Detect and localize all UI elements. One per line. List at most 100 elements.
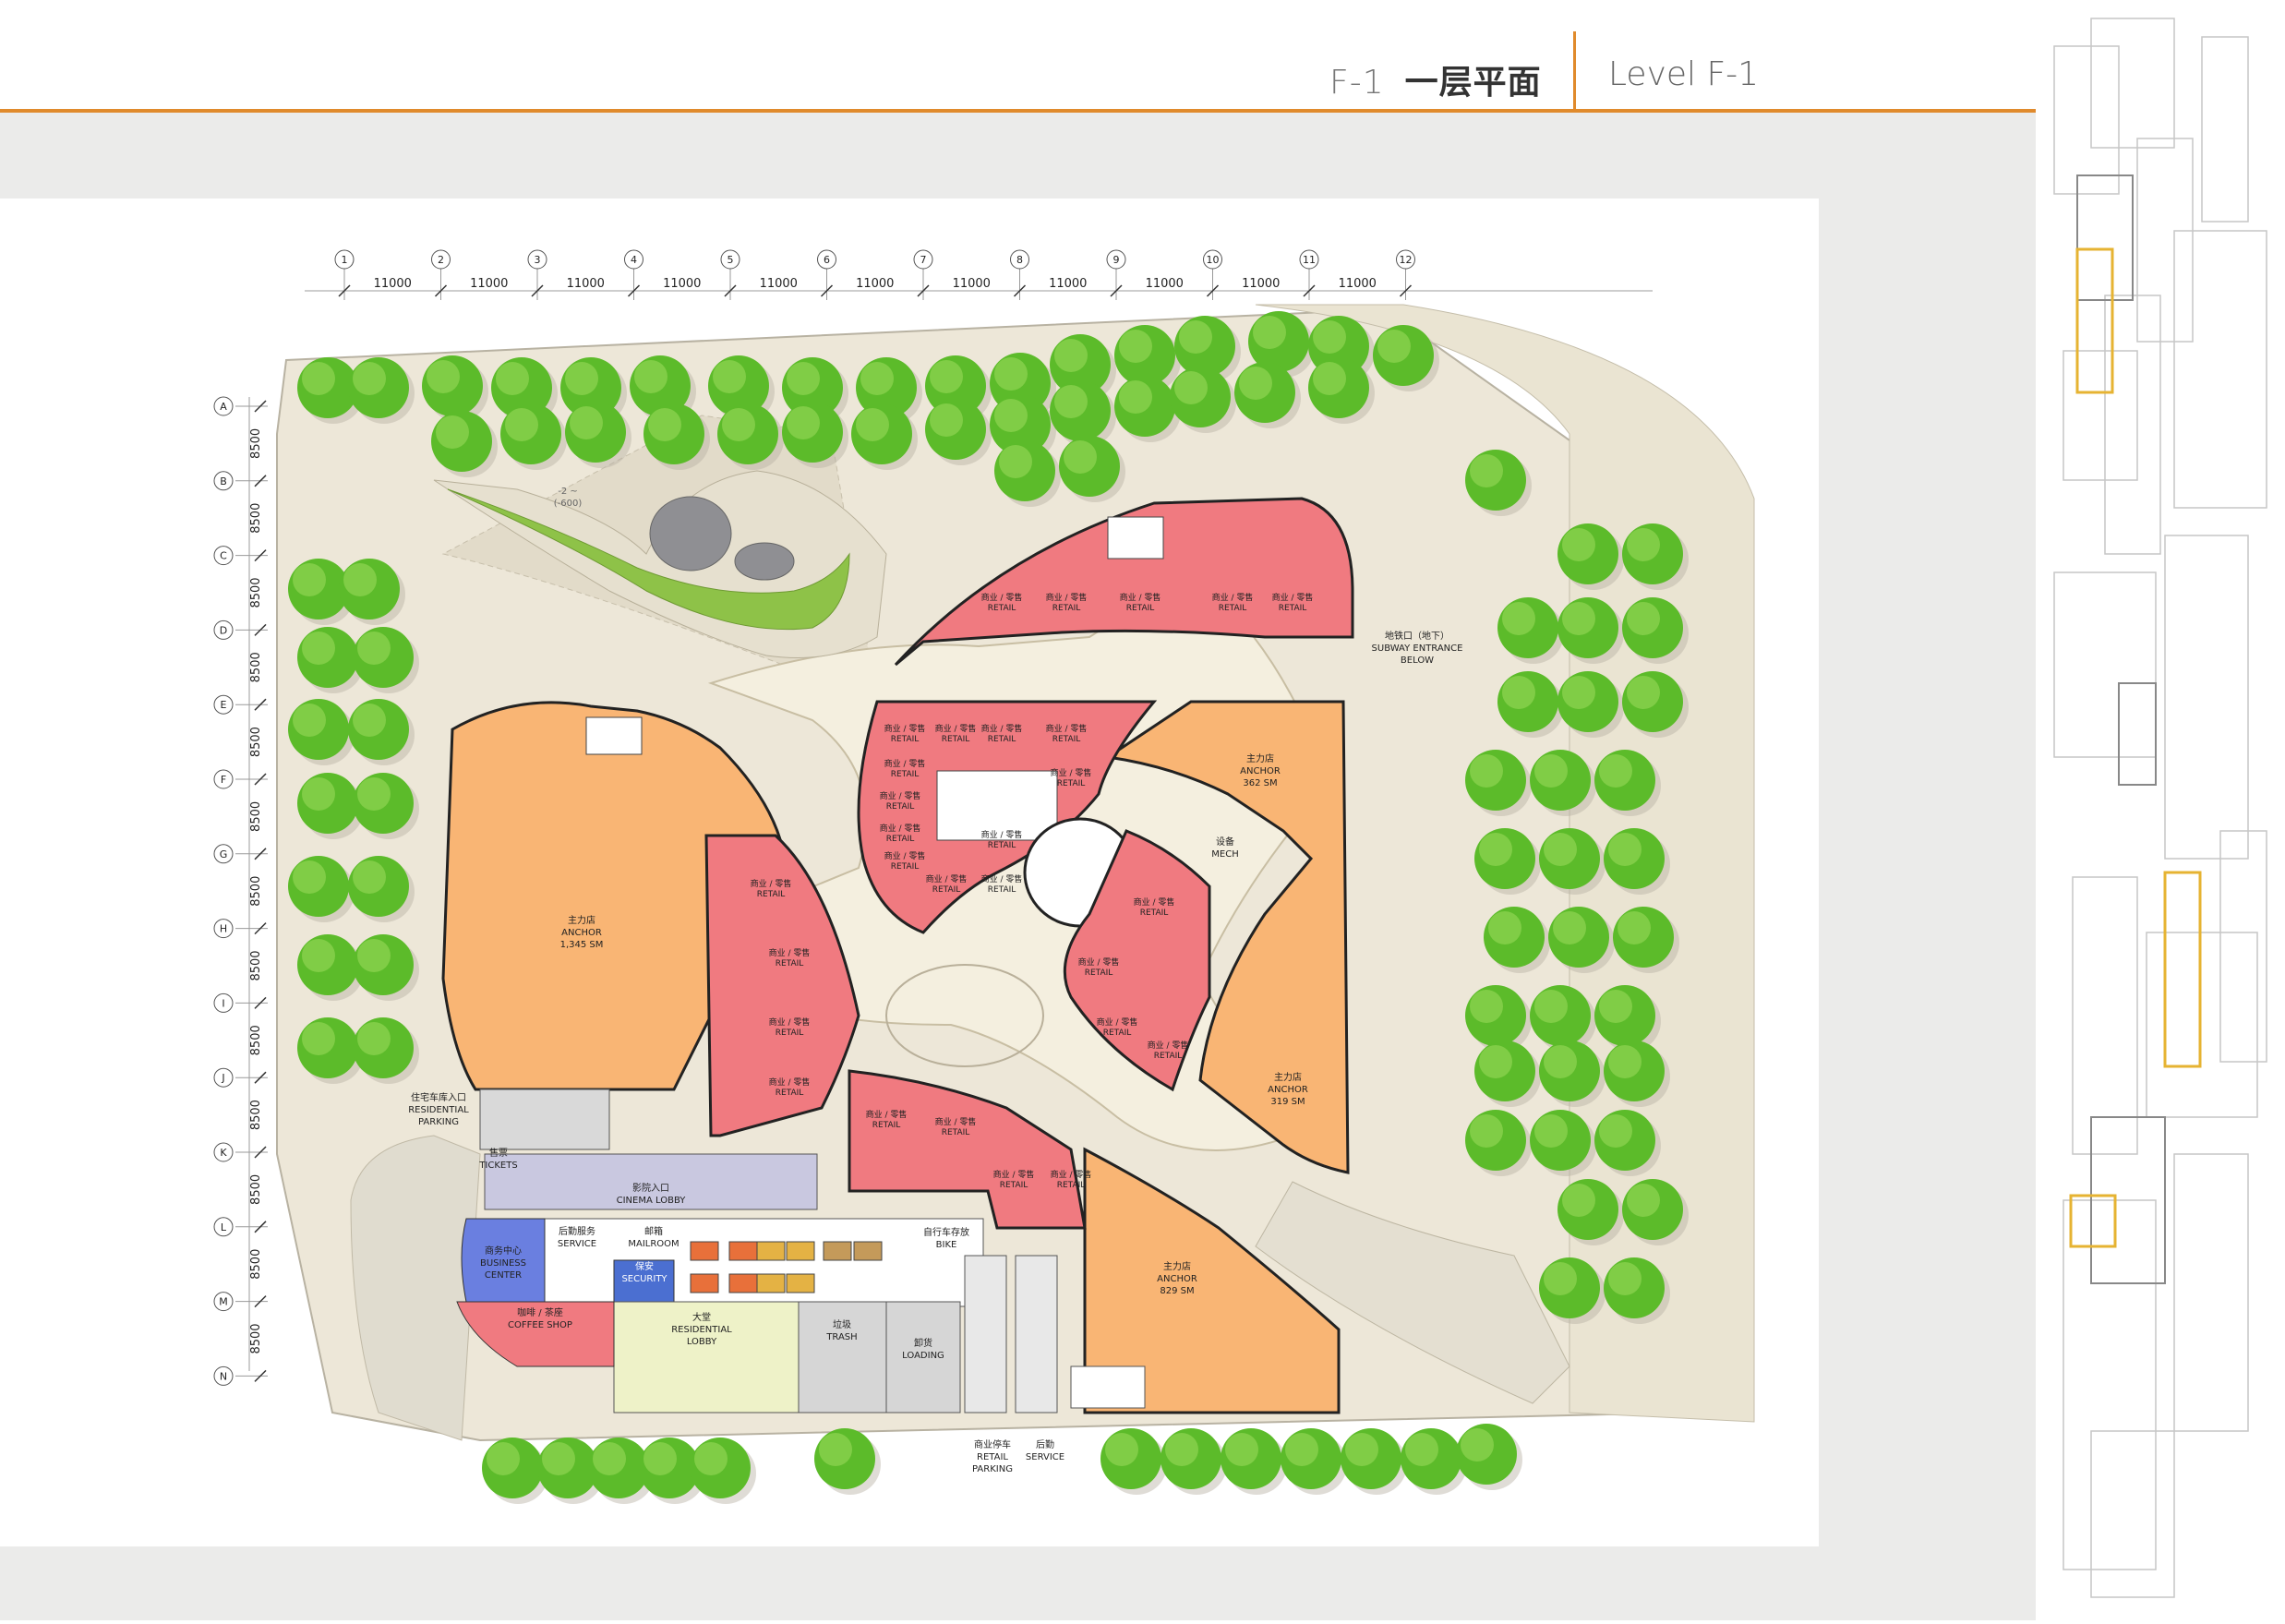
retail-unit-label-en: RETAIL <box>1085 968 1113 978</box>
retail-unit-label-zh: 商业 / 零售 <box>935 1116 977 1127</box>
column-marker-label: 6 <box>824 254 830 266</box>
retail-unit-label-en: RETAIL <box>1140 908 1169 918</box>
tree-icon <box>1281 1428 1347 1495</box>
residential-lobby-3: LOBBY <box>687 1337 717 1347</box>
row-marker-label: H <box>220 923 227 935</box>
retail-unit-label-en: RETAIL <box>1126 604 1155 613</box>
retail-unit-label-en: RETAIL <box>757 890 786 899</box>
row-spacing-label: 8500 <box>249 1100 263 1130</box>
retail-unit-label-zh: 商业 / 零售 <box>769 1017 811 1028</box>
title-english: Level F-1 <box>1608 55 1760 93</box>
retail-unit-label-en: RETAIL <box>988 735 1016 744</box>
retail-unit-label-zh: 商业 / 零售 <box>866 1109 908 1120</box>
retail-unit-label-zh: 商业 / 零售 <box>1272 592 1314 603</box>
row-spacing-label: 8500 <box>249 876 263 907</box>
subway-label-1: 地铁口（地下） <box>1385 630 1449 642</box>
column-spacing-label: 11000 <box>470 277 508 291</box>
service-entry-1: 后勤 <box>1036 1438 1054 1450</box>
mailroom-1: 邮箱 <box>644 1225 663 1237</box>
column-marker-label: 9 <box>1113 254 1120 266</box>
retail-parking-2: RETAIL <box>977 1452 1008 1462</box>
retail-unit-label-zh: 商业 / 零售 <box>1212 592 1254 603</box>
retail-unit-label-zh: 商业 / 零售 <box>884 850 926 861</box>
service-1: 后勤服务 <box>559 1225 595 1237</box>
column-spacing-label: 11000 <box>374 277 412 291</box>
tree-icon <box>1456 1424 1522 1490</box>
retail-unit-label-en: RETAIL <box>891 862 920 872</box>
title-number: F-1 <box>1329 64 1385 102</box>
column-marker-label: 11 <box>1303 254 1316 266</box>
retail-unit-label-zh: 商业 / 零售 <box>1078 956 1120 968</box>
column-spacing-label: 11000 <box>953 277 991 291</box>
row-marker-label: N <box>220 1370 227 1382</box>
tree-icon <box>1341 1428 1407 1495</box>
column-marker-label: 10 <box>1207 254 1220 266</box>
retail-unit-label-zh: 商业 / 零售 <box>769 947 811 958</box>
anchor-label-right-zh: 主力店 <box>1246 752 1274 764</box>
retail-unit-label-zh: 商业 / 零售 <box>981 829 1023 840</box>
retail-unit-label-zh: 商业 / 零售 <box>926 873 968 884</box>
retail-unit-label-zh: 商业 / 零售 <box>981 592 1023 603</box>
level-minus-1: -2 ~ <box>558 487 578 497</box>
retail-unit-label-zh: 商业 / 零售 <box>935 723 977 734</box>
page-title: F-1 一层平面 <box>1329 55 1542 103</box>
retail-parking-1: 商业停车 <box>974 1438 1011 1450</box>
retail-unit-label-en: RETAIL <box>1052 735 1081 744</box>
anchor-label-right2-zh: 主力店 <box>1274 1071 1302 1083</box>
retail-unit-label-zh: 商业 / 零售 <box>993 1169 1035 1180</box>
retail-unit-label-zh: 商业 / 零售 <box>1046 723 1088 734</box>
column-marker-label: 4 <box>631 254 637 266</box>
column-spacing-label: 11000 <box>760 277 798 291</box>
bike-1: 自行车存放 <box>923 1226 969 1238</box>
retail-unit-label-zh: 商业 / 零售 <box>880 790 921 801</box>
anchor-label-bottom-en: ANCHOR <box>1157 1274 1197 1284</box>
tree-icon <box>1100 1428 1167 1495</box>
column-spacing-label: 11000 <box>1242 277 1280 291</box>
row-spacing-label: 8500 <box>249 1249 263 1280</box>
column-spacing-label: 11000 <box>1146 277 1184 291</box>
row-marker-label: G <box>220 848 228 860</box>
retail-unit-label-en: RETAIL <box>776 959 804 968</box>
retail-unit-label-zh: 商业 / 零售 <box>880 823 921 834</box>
row-spacing-label: 8500 <box>249 727 263 757</box>
retail-unit-label-zh: 商业 / 零售 <box>751 878 792 889</box>
column-marker-label: 8 <box>1016 254 1023 266</box>
retail-unit-label-en: RETAIL <box>942 1128 970 1137</box>
mailroom-2: MAILROOM <box>628 1239 679 1249</box>
column-spacing-label: 11000 <box>1339 277 1377 291</box>
anchor-label-right2-en: ANCHOR <box>1268 1085 1308 1095</box>
row-marker-label: B <box>220 475 227 487</box>
tree-icon <box>814 1428 881 1495</box>
residential-lobby-1: 大堂 <box>692 1311 711 1323</box>
security-2: SECURITY <box>621 1274 667 1284</box>
title-chinese: 一层平面 <box>1404 64 1542 102</box>
anchor-area-bottom: 829 SM <box>1160 1286 1194 1296</box>
row-marker-label: K <box>220 1147 227 1159</box>
column-marker-label: 5 <box>728 254 734 266</box>
column-marker-label: 2 <box>438 254 444 266</box>
row-spacing-label: 8500 <box>249 652 263 682</box>
row-marker-label: J <box>221 1072 224 1084</box>
anchor-area-right-top: 362 SM <box>1243 778 1277 788</box>
retail-unit-label-zh: 商业 / 零售 <box>1051 767 1092 778</box>
retail-unit-label-en: RETAIL <box>1057 779 1086 788</box>
retail-unit-label-en: RETAIL <box>886 835 915 844</box>
column-marker-label: 12 <box>1400 254 1413 266</box>
row-spacing-label: 8500 <box>249 577 263 607</box>
retail-unit-label-zh: 商业 / 零售 <box>981 723 1023 734</box>
retail-unit-label-en: RETAIL <box>988 885 1016 895</box>
security-1: 保安 <box>635 1260 654 1272</box>
row-spacing-label: 8500 <box>249 1323 263 1353</box>
trash-2: TRASH <box>825 1332 857 1342</box>
subway-label-2: SUBWAY ENTRANCE <box>1372 644 1463 654</box>
coffee-shop-2: COFFEE SHOP <box>508 1320 572 1330</box>
business-center-1: 商务中心 <box>485 1245 522 1257</box>
retail-unit-label-en: RETAIL <box>1052 604 1081 613</box>
retail-unit-label-en: RETAIL <box>776 1089 804 1098</box>
residential-parking-3: PARKING <box>418 1117 459 1127</box>
retail-unit-label-en: RETAIL <box>891 770 920 779</box>
equipment-1: 设备 <box>1216 836 1234 848</box>
level-minus-2: (-600) <box>554 499 583 509</box>
title-divider <box>1573 31 1576 109</box>
row-marker-label: M <box>219 1296 228 1308</box>
